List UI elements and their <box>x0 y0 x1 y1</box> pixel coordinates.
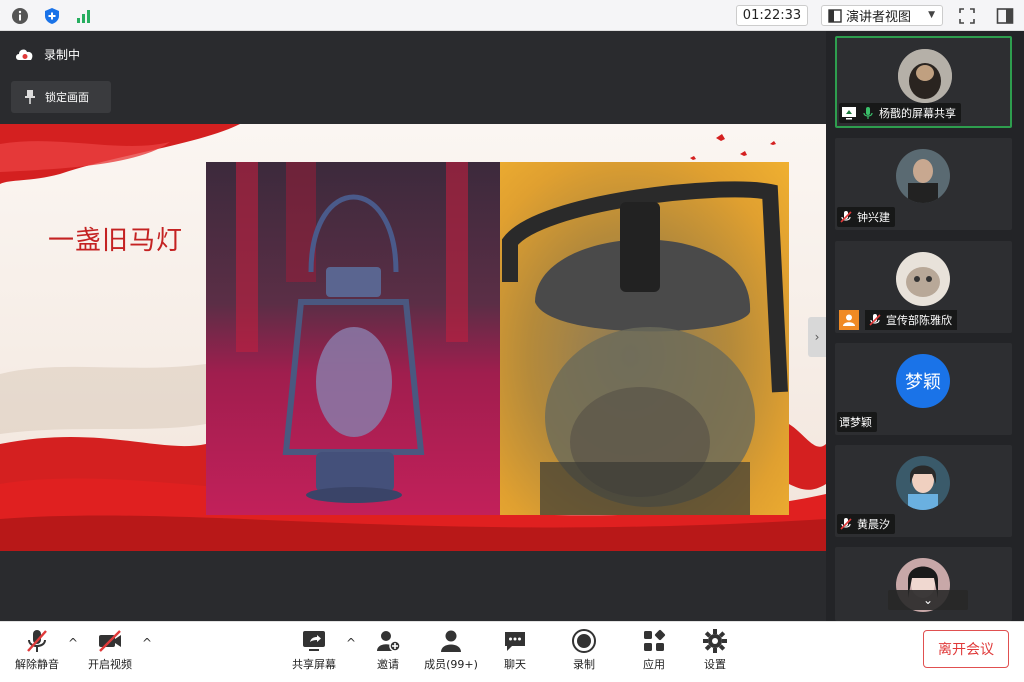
participant-name-tag: 钟兴建 <box>837 207 895 227</box>
apps-button[interactable]: 应用 <box>619 628 689 676</box>
chat-label: 聊天 <box>504 658 526 671</box>
participant-tile[interactable]: 梦颖 谭梦颖 <box>835 343 1012 435</box>
user-icon <box>839 310 859 330</box>
invite-label: 邀请 <box>377 658 399 671</box>
camera-off-icon <box>99 630 121 652</box>
participant-name-tag: 黄晨汐 <box>837 514 895 534</box>
title-bar: 01:22:33 演讲者视图 ▼ <box>0 0 1024 31</box>
microphone-muted-icon <box>27 630 47 652</box>
start-video-button[interactable]: 开启视频 <box>75 628 145 676</box>
lantern-photo-left <box>206 162 501 515</box>
share-screen-icon <box>303 631 325 651</box>
members-button[interactable]: 成员(99+) <box>416 628 486 676</box>
participant-tile[interactable]: 宣传部陈雅欣 <box>835 241 1012 333</box>
members-icon <box>441 630 461 652</box>
shared-screen-stage: 录制中 锁定画面 一盏旧马灯 › <box>0 31 826 621</box>
chat-button[interactable]: 聊天 <box>480 628 550 676</box>
participant-name: 谭梦颖 <box>839 416 872 429</box>
microphone-muted-icon <box>840 211 852 223</box>
invite-button[interactable]: 邀请 <box>353 628 423 676</box>
shield-icon[interactable] <box>42 6 62 26</box>
participant-name: 钟兴建 <box>857 211 890 224</box>
pin-icon <box>25 90 35 104</box>
signal-icon[interactable] <box>74 6 94 26</box>
chevron-down-icon: ▼ <box>928 10 935 20</box>
participant-tile[interactable]: 钟兴建 <box>835 138 1012 230</box>
presentation-slide: 一盏旧马灯 <box>0 124 826 551</box>
view-mode-dropdown[interactable]: 演讲者视图 ▼ <box>821 5 943 26</box>
participant-name: 黄晨汐 <box>857 518 890 531</box>
settings-button[interactable]: 设置 <box>680 628 750 676</box>
view-mode-label: 演讲者视图 <box>846 10 912 25</box>
participant-name: 宣传部陈雅欣 <box>886 314 952 327</box>
avatar: 梦颖 <box>896 354 950 408</box>
unmute-label: 解除静音 <box>15 658 59 671</box>
record-button[interactable]: 录制 <box>549 628 619 676</box>
chevron-up-icon[interactable]: ^ <box>142 636 152 650</box>
fullscreen-icon[interactable] <box>957 6 977 26</box>
layout-icon <box>828 8 842 23</box>
add-user-icon <box>377 631 401 652</box>
record-icon <box>572 629 596 653</box>
chevron-right-icon: › <box>814 330 820 344</box>
scroll-down-button[interactable]: ⌄ <box>888 590 968 610</box>
avatar <box>896 456 950 510</box>
slide-title: 一盏旧马灯 <box>48 226 184 256</box>
participant-tile[interactable]: 杨戬的屏幕共享 <box>835 36 1012 128</box>
unmute-button[interactable]: 解除静音 <box>2 628 72 676</box>
sidebar-toggle-icon[interactable] <box>995 6 1015 26</box>
members-label: 成员(99+) <box>424 658 478 671</box>
meeting-toolbar: 解除静音 ^ 开启视频 ^ 共享屏幕 ^ 邀请 成员(99+) 聊天 录制 应用… <box>0 621 1024 682</box>
participant-tile[interactable]: 黄晨汐 <box>835 445 1012 537</box>
participant-name-tag: 谭梦颖 <box>837 412 877 432</box>
recording-label: 录制中 <box>44 47 81 62</box>
avatar <box>896 149 950 203</box>
share-screen-button[interactable]: 共享屏幕 <box>279 628 349 676</box>
cloud-record-icon <box>16 49 33 60</box>
info-icon[interactable] <box>10 6 30 26</box>
recording-indicator: 录制中 <box>14 41 80 67</box>
avatar <box>898 49 952 103</box>
meeting-timer: 01:22:33 <box>736 5 808 26</box>
microphone-muted-icon <box>840 518 852 530</box>
gear-icon <box>703 629 727 653</box>
chat-icon <box>505 632 525 651</box>
leave-meeting-button[interactable]: 离开会议 <box>923 630 1009 668</box>
participant-name-tag: 杨戬的屏幕共享 <box>839 103 961 123</box>
lock-view-button[interactable]: 锁定画面 <box>11 81 111 113</box>
lock-view-label: 锁定画面 <box>45 91 89 104</box>
participant-name: 杨戬的屏幕共享 <box>879 107 956 120</box>
settings-label: 设置 <box>704 658 726 671</box>
chevron-down-icon: ⌄ <box>922 593 934 607</box>
microphone-icon <box>863 107 873 119</box>
participant-name-tag: 宣传部陈雅欣 <box>837 310 962 330</box>
avatar <box>896 252 950 306</box>
apps-icon <box>644 629 666 651</box>
screen-share-icon <box>842 107 856 120</box>
share-screen-label: 共享屏幕 <box>292 658 336 671</box>
collapse-panel-button[interactable]: › <box>808 317 826 357</box>
start-video-label: 开启视频 <box>88 658 132 671</box>
record-label: 录制 <box>573 658 595 671</box>
microphone-muted-icon <box>869 314 881 326</box>
lantern-photo-right <box>500 162 789 515</box>
apps-label: 应用 <box>643 658 665 671</box>
participant-panel: 杨戬的屏幕共享 钟兴建 宣传部陈雅欣 梦颖 谭梦颖 黄晨汐 <box>826 31 1024 621</box>
